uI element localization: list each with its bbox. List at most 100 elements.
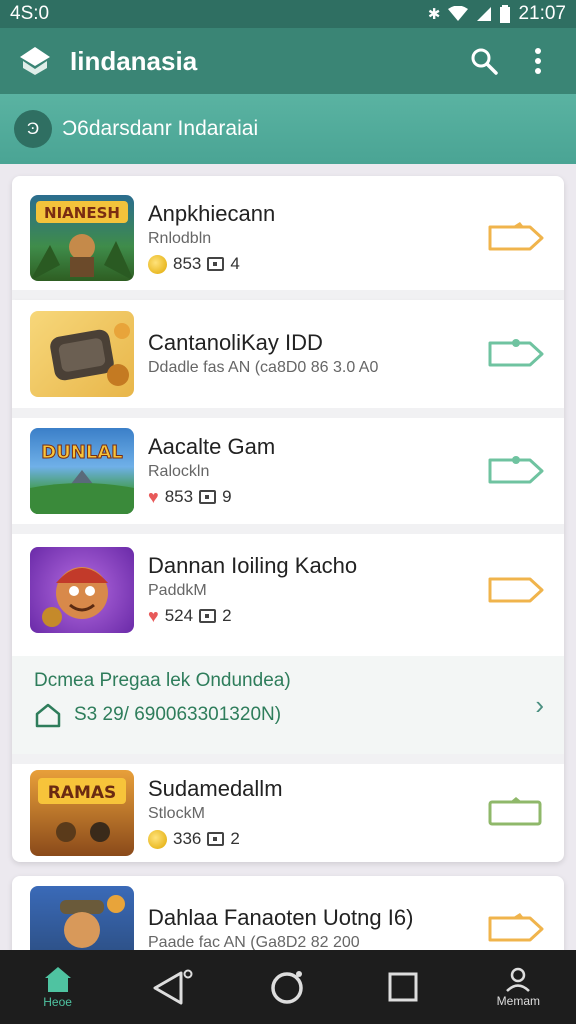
battery-icon — [500, 5, 511, 23]
item-subtitle: Rnlodbln — [148, 230, 212, 247]
system-nav-bar: Heoe Memam — [0, 950, 576, 1024]
promo-title: Dcmea Pregaa lek Ondundea) — [34, 670, 291, 691]
game-art-icon: NIANESH — [30, 201, 134, 281]
item-count: 336 — [173, 829, 202, 848]
item-meta: 336 2 — [148, 827, 486, 851]
back-triangle-icon — [153, 969, 193, 1005]
box-icon — [199, 490, 217, 504]
list-item[interactable]: NIANESH Anpkhiecann Rnlodbln 853 4 — [12, 186, 564, 290]
item-count: 853 — [173, 254, 202, 273]
divider — [12, 754, 564, 764]
search-button[interactable] — [464, 41, 504, 81]
item-subtitle: PaddkM — [148, 582, 207, 599]
list-item[interactable]: CantanoliKay IDD Ddadle fas AN (ca8D0 86… — [12, 300, 564, 408]
nav-home-label: Heoe — [43, 995, 72, 1009]
item-subtitle: Ddadle fas AN (ca8D0 86 3.0 A0 — [148, 359, 379, 376]
item-subtitle: StlockM — [148, 805, 205, 822]
wifi-icon — [448, 6, 469, 21]
tag-action-icon[interactable] — [486, 221, 546, 255]
heart-icon: ♥ — [148, 487, 159, 507]
app-logo-icon — [20, 47, 50, 75]
item-info: Anpkhiecann Rnlodbln 853 4 — [148, 200, 486, 276]
circle-home-icon — [271, 971, 303, 1004]
game-thumbnail: DUNLAL — [30, 428, 134, 514]
game-art-text: DUNLAL — [41, 442, 123, 463]
nav-home[interactable]: Heoe — [13, 965, 103, 1009]
app-title: Iindanasia — [70, 45, 198, 76]
recents-square-icon — [388, 972, 418, 1002]
status-time: 4S:0 — [10, 3, 50, 24]
bluetooth-icon: ✱ — [427, 6, 441, 23]
item-meta: ♥ 524 2 — [148, 604, 486, 628]
item-title: CantanoliKay IDD — [148, 330, 323, 355]
game-thumbnail: RAMAS — [30, 770, 134, 856]
item-meta: 853 4 — [148, 252, 486, 276]
list-item[interactable]: Dahlaa Fanaoten Uotng I6) Paade fac AN (… — [12, 886, 564, 956]
category-title: Ɔ6darsdanr Indaraiai — [62, 117, 259, 140]
item-title: Dannan Ioiling Kacho — [148, 553, 358, 578]
tag-action-icon[interactable] — [486, 912, 546, 946]
nav-profile[interactable]: Memam — [473, 966, 563, 1008]
game-thumbnail — [30, 311, 134, 397]
game-art-icon: RAMAS — [38, 778, 126, 842]
item-count: 853 — [164, 487, 194, 506]
tag-action-icon[interactable] — [486, 337, 546, 371]
nav-back[interactable] — [128, 969, 218, 1005]
search-icon — [471, 48, 498, 75]
app-list-continued: Dahlaa Fanaoten Uotng I6) Paade fac AN (… — [12, 876, 564, 956]
promo-line: S3 29/ 690063301320N) — [34, 702, 542, 728]
tag-action-icon[interactable] — [486, 454, 546, 488]
game-art-text: NIANESH — [44, 204, 120, 222]
divider — [12, 408, 564, 418]
item-meta: ♥ 853 9 — [148, 485, 486, 509]
app-list: NIANESH Anpkhiecann Rnlodbln 853 4 Canta… — [12, 176, 564, 862]
home-icon — [44, 967, 71, 992]
item-extra: 2 — [222, 606, 232, 625]
game-thumbnail: NIANESH — [30, 195, 134, 281]
treasure-chest-icon — [50, 323, 130, 386]
game-art-icon: DUNLAL — [30, 442, 134, 514]
nav-profile-label: Memam — [496, 994, 541, 1008]
nav-recents[interactable] — [358, 972, 448, 1002]
item-info: Aacalte Gam Ralockln ♥ 853 9 — [148, 433, 486, 509]
game-thumbnail — [30, 886, 134, 956]
game-thumbnail — [30, 547, 134, 633]
chevron-right-icon[interactable]: › — [535, 690, 544, 721]
promo-text: S3 29/ 690063301320N) — [74, 704, 282, 725]
item-extra: 2 — [230, 829, 240, 848]
status-bar: 4S:0 ✱ 21:07 — [0, 0, 576, 28]
list-item[interactable]: RAMAS Sudamedallm StlockM 336 2 — [12, 764, 564, 862]
promo-banner[interactable]: Dcmea Pregaa lek Ondundea) S3 29/ 690063… — [12, 656, 564, 754]
more-menu-button[interactable] — [518, 41, 558, 81]
home-outline-icon — [35, 703, 61, 728]
status-icons: ✱ 21:07 — [428, 3, 566, 25]
box-icon — [199, 609, 217, 623]
tag-action-icon[interactable] — [486, 573, 546, 607]
heart-icon: ♥ — [148, 606, 159, 626]
character-art-icon — [42, 567, 108, 627]
category-header[interactable]: Ͽ Ɔ6darsdanr Indaraiai — [0, 94, 576, 164]
tag-action-icon[interactable] — [486, 796, 546, 830]
item-info: CantanoliKay IDD Ddadle fas AN (ca8D0 86… — [148, 329, 486, 379]
game-art-text: RAMAS — [48, 783, 117, 803]
box-icon — [207, 257, 225, 271]
divider — [12, 524, 564, 534]
more-vert-icon — [535, 48, 541, 74]
list-item[interactable]: Dannan Ioiling Kacho PaddkM ♥ 524 2 — [12, 534, 564, 646]
nav-system-home[interactable] — [243, 969, 333, 1005]
item-extra: 9 — [222, 487, 232, 506]
divider — [12, 290, 564, 300]
signal-icon — [477, 7, 492, 21]
list-item[interactable]: DUNLAL Aacalte Gam Ralockln ♥ 853 9 — [12, 418, 564, 524]
box-icon — [207, 832, 225, 846]
item-title: Dahlaa Fanaoten Uotng I6) — [148, 905, 414, 930]
category-avatar: Ͽ — [14, 110, 52, 148]
item-count: 524 — [164, 606, 194, 625]
character-art-icon — [60, 895, 125, 948]
item-info: Dannan Ioiling Kacho PaddkM ♥ 524 2 — [148, 552, 486, 628]
item-info: Sudamedallm StlockM 336 2 — [148, 775, 486, 851]
item-title: Anpkhiecann — [148, 201, 276, 226]
item-subtitle: Ralockln — [148, 463, 210, 480]
profile-icon — [506, 967, 531, 992]
item-extra: 4 — [230, 254, 240, 273]
